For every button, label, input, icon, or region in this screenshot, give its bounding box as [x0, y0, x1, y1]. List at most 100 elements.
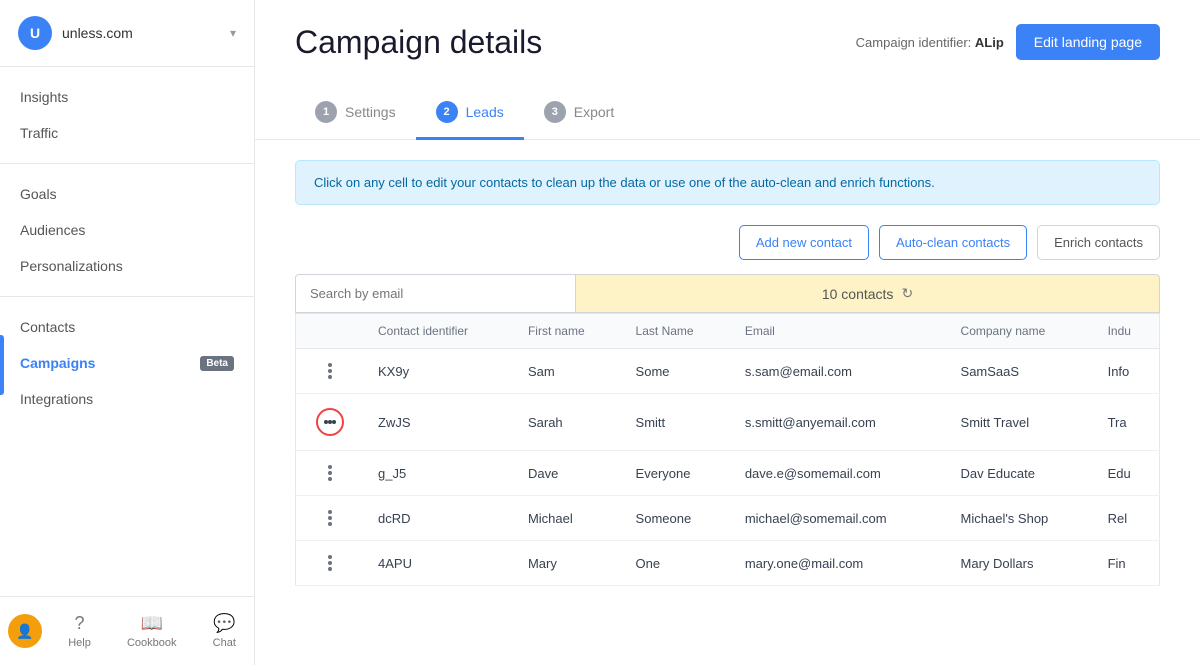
campaign-identifier: Campaign identifier: ALip [856, 35, 1004, 50]
last-name[interactable]: Smitt [622, 394, 731, 451]
footer-cookbook[interactable]: 📖 Cookbook [117, 609, 187, 653]
page-header: Campaign details Campaign identifier: AL… [255, 0, 1200, 61]
table-row: dcRD Michael Someone michael@somemail.co… [296, 496, 1160, 541]
email[interactable]: mary.one@mail.com [731, 541, 947, 586]
tab-leads-number: 2 [436, 101, 458, 123]
row-menu-button-highlighted[interactable] [310, 406, 350, 438]
email[interactable]: michael@somemail.com [731, 496, 947, 541]
active-accent [0, 335, 4, 395]
domain-label: unless.com [62, 25, 220, 41]
app-logo: U [18, 16, 52, 50]
industry[interactable]: Fin [1094, 541, 1160, 586]
sidebar-item-goals[interactable]: Goals [0, 176, 254, 212]
contacts-count: 10 contacts ↻ [575, 274, 1160, 313]
sidebar-item-audiences[interactable]: Audiences [0, 212, 254, 248]
col-identifier: Contact identifier [364, 314, 514, 349]
row-menu-button[interactable] [310, 553, 350, 573]
chat-icon: 💬 [213, 613, 235, 634]
beta-badge: Beta [200, 356, 234, 371]
contact-id[interactable]: dcRD [364, 496, 514, 541]
main-content: Campaign details Campaign identifier: AL… [255, 0, 1200, 665]
company[interactable]: Dav Educate [947, 451, 1094, 496]
company[interactable]: SamSaaS [947, 349, 1094, 394]
tab-settings-number: 1 [315, 101, 337, 123]
contact-id[interactable]: g_J5 [364, 451, 514, 496]
cookbook-icon: 📖 [141, 613, 163, 634]
company[interactable]: Smitt Travel [947, 394, 1094, 451]
header-actions: Campaign identifier: ALip Edit landing p… [856, 24, 1160, 60]
search-input[interactable] [295, 274, 575, 313]
row-menu-button[interactable] [310, 463, 350, 483]
company[interactable]: Michael's Shop [947, 496, 1094, 541]
page-title: Campaign details [295, 24, 542, 61]
email[interactable]: s.sam@email.com [731, 349, 947, 394]
edit-landing-page-button[interactable]: Edit landing page [1016, 24, 1160, 60]
sidebar-header[interactable]: U unless.com ▾ [0, 0, 254, 67]
first-name[interactable]: Sam [514, 349, 622, 394]
row-menu-button[interactable] [310, 361, 350, 381]
last-name[interactable]: One [622, 541, 731, 586]
contact-id[interactable]: 4APU [364, 541, 514, 586]
contacts-table: Contact identifier First name Last Name … [295, 313, 1160, 586]
sidebar-item-integrations[interactable]: Integrations [0, 381, 254, 417]
tab-export[interactable]: 3 Export [524, 91, 634, 140]
refresh-icon[interactable]: ↻ [901, 285, 913, 302]
sidebar-item-traffic[interactable]: Traffic [0, 115, 254, 151]
contact-id[interactable]: KX9y [364, 349, 514, 394]
search-count-row: 10 contacts ↻ [295, 274, 1160, 313]
tabs-bar: 1 Settings 2 Leads 3 Export [255, 71, 1200, 140]
nav-section-secondary: Goals Audiences Personalizations [0, 172, 254, 288]
industry[interactable]: Tra [1094, 394, 1160, 451]
sidebar-item-campaigns[interactable]: Campaigns Beta [0, 345, 254, 381]
last-name[interactable]: Some [622, 349, 731, 394]
col-menu [296, 314, 365, 349]
add-contact-button[interactable]: Add new contact [739, 225, 869, 260]
row-menu-cell [296, 496, 365, 541]
highlighted-menu-circle[interactable] [316, 408, 344, 436]
table-header-row: Contact identifier First name Last Name … [296, 314, 1160, 349]
col-firstname: First name [514, 314, 622, 349]
row-menu-cell [296, 349, 365, 394]
info-banner: Click on any cell to edit your contacts … [295, 160, 1160, 205]
first-name[interactable]: Michael [514, 496, 622, 541]
nav-divider-1 [0, 163, 254, 164]
nav-section-main: Insights Traffic [0, 75, 254, 155]
avatar[interactable]: 👤 [8, 614, 42, 648]
sidebar-item-insights[interactable]: Insights [0, 79, 254, 115]
industry[interactable]: Info [1094, 349, 1160, 394]
content-area: Click on any cell to edit your contacts … [255, 140, 1200, 665]
tab-settings[interactable]: 1 Settings [295, 91, 416, 140]
first-name[interactable]: Dave [514, 451, 622, 496]
chevron-down-icon: ▾ [230, 26, 236, 40]
enrich-contacts-button[interactable]: Enrich contacts [1037, 225, 1160, 260]
help-icon: ? [75, 613, 85, 634]
sidebar-footer: 👤 ? Help 📖 Cookbook 💬 Chat [0, 596, 254, 665]
col-email: Email [731, 314, 947, 349]
industry[interactable]: Edu [1094, 451, 1160, 496]
tab-export-number: 3 [544, 101, 566, 123]
sidebar-item-contacts[interactable]: Contacts [0, 309, 254, 345]
first-name[interactable]: Sarah [514, 394, 622, 451]
company[interactable]: Mary Dollars [947, 541, 1094, 586]
row-menu-cell [296, 541, 365, 586]
email[interactable]: s.smitt@anyemail.com [731, 394, 947, 451]
footer-help[interactable]: ? Help [58, 609, 101, 653]
email[interactable]: dave.e@somemail.com [731, 451, 947, 496]
table-container: Contact identifier First name Last Name … [295, 313, 1160, 586]
sidebar-nav: Insights Traffic Goals Audiences Persona… [0, 67, 254, 596]
footer-chat[interactable]: 💬 Chat [203, 609, 246, 653]
row-menu-cell [296, 451, 365, 496]
actions-row: Add new contact Auto-clean contacts Enri… [295, 225, 1160, 260]
last-name[interactable]: Someone [622, 496, 731, 541]
row-menu-button[interactable] [310, 508, 350, 528]
table-row: g_J5 Dave Everyone dave.e@somemail.com D… [296, 451, 1160, 496]
contact-id[interactable]: ZwJS [364, 394, 514, 451]
tab-leads[interactable]: 2 Leads [416, 91, 524, 140]
first-name[interactable]: Mary [514, 541, 622, 586]
last-name[interactable]: Everyone [622, 451, 731, 496]
sidebar-item-personalizations[interactable]: Personalizations [0, 248, 254, 284]
table-row: 4APU Mary One mary.one@mail.com Mary Dol… [296, 541, 1160, 586]
industry[interactable]: Rel [1094, 496, 1160, 541]
sidebar: U unless.com ▾ Insights Traffic Goals Au… [0, 0, 255, 665]
auto-clean-button[interactable]: Auto-clean contacts [879, 225, 1027, 260]
